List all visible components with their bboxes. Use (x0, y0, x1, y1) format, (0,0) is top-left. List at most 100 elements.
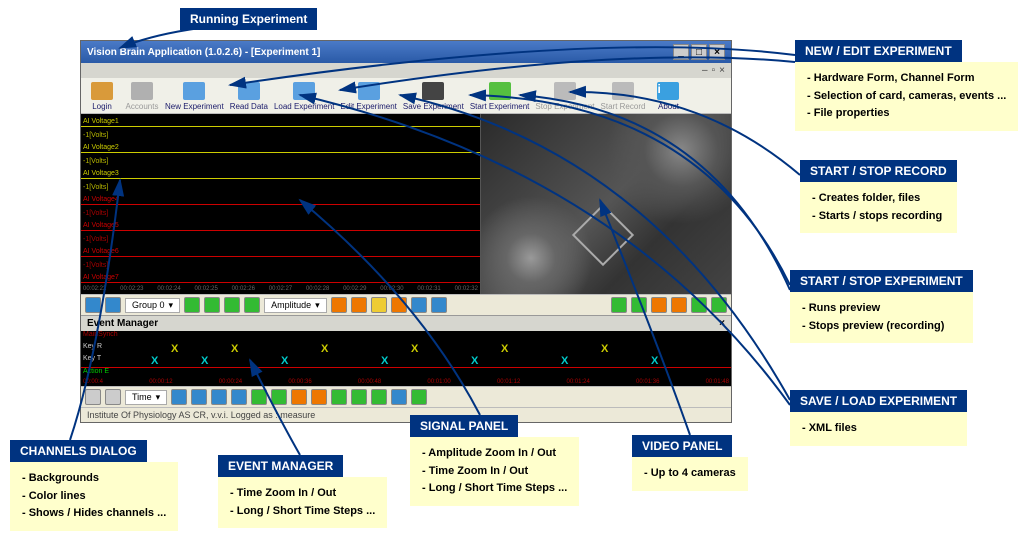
maximize-icon[interactable]: □ (691, 44, 707, 60)
channels-header: CHANNELS DIALOG (10, 440, 147, 462)
group-select[interactable]: Group 0 ▾ (125, 298, 180, 313)
video-body: - Up to 4 cameras (632, 457, 748, 491)
startstopexp-body: - Runs preview - Stops preview (recordin… (790, 292, 973, 343)
stop-experiment-button[interactable]: Stop Experiment (535, 82, 594, 111)
event-manager-title: Event Manager (87, 318, 158, 329)
zoom-out-icon[interactable] (105, 297, 121, 313)
start-record-icon (612, 82, 634, 100)
nav-next-icon[interactable] (691, 297, 707, 313)
ev-rec-icon[interactable] (411, 389, 427, 405)
nav-first-icon[interactable] (611, 297, 627, 313)
saveload-body: - XML files (790, 412, 967, 446)
newedit-body: - Hardware Form, Channel Form - Selectio… (795, 62, 1018, 131)
video-panel (480, 114, 731, 294)
stop-experiment-icon (554, 82, 576, 100)
ev-scroll-icon[interactable] (231, 389, 247, 405)
edit-experiment-label: Edit Experiment (340, 102, 396, 111)
read-data-button[interactable]: Read Data (230, 82, 268, 111)
ev-zoom-out-icon[interactable] (191, 389, 207, 405)
signal-controls: Group 0 ▾ Amplitude ▾ (81, 294, 731, 315)
start-experiment-icon (489, 82, 511, 100)
eventm-header: EVENT MANAGER (218, 455, 343, 477)
amplitude-select[interactable]: Amplitude ▾ (264, 298, 327, 313)
new-experiment-button[interactable]: New Experiment (165, 82, 224, 111)
range-icon[interactable] (391, 297, 407, 313)
accounts-icon (131, 82, 153, 100)
ev-last-icon[interactable] (351, 389, 367, 405)
new-experiment-icon (183, 82, 205, 100)
saveload-header: SAVE / LOAD EXPERIMENT (790, 390, 967, 412)
accounts-button[interactable]: Accounts (125, 82, 159, 111)
about-icon: i (657, 82, 679, 100)
start-record-label: Start Record (601, 102, 646, 111)
signal-panel: AI Voltage1 -1[Volts] AI Voltage2 -1[Vol… (81, 114, 480, 294)
mdi-close-icon[interactable]: × (719, 65, 725, 76)
pause-icon[interactable] (204, 297, 220, 313)
startstoprec-header: START / STOP RECORD (800, 160, 957, 182)
play-icon[interactable] (184, 297, 200, 313)
read-data-label: Read Data (230, 102, 268, 111)
ev-zoom-in-icon[interactable] (171, 389, 187, 405)
zoom-in-icon[interactable] (85, 297, 101, 313)
stop-experiment-label: Stop Experiment (535, 102, 594, 111)
ev-prev-icon[interactable] (271, 389, 287, 405)
load-experiment-icon (293, 82, 315, 100)
main-toolbar: Login Accounts New Experiment Read Data … (81, 78, 731, 114)
stop-icon[interactable] (224, 297, 240, 313)
load-experiment-label: Load Experiment (274, 102, 334, 111)
startstoprec-body: - Creates folder, files - Starts / stops… (800, 182, 957, 233)
login-label: Login (92, 102, 112, 111)
startstopexp-header: START / STOP EXPERIMENT (790, 270, 973, 292)
video-frame (481, 114, 731, 294)
ev-stepf-icon[interactable] (311, 389, 327, 405)
close-icon[interactable]: × (709, 44, 725, 60)
save-experiment-label: Save Experiment (403, 102, 464, 111)
ev-first-icon[interactable] (251, 389, 267, 405)
step-icon[interactable] (244, 297, 260, 313)
event-tool2-icon[interactable] (105, 389, 121, 405)
mdi-minimize-icon[interactable]: – (702, 65, 708, 76)
edit-experiment-icon (358, 82, 380, 100)
event-manager-titlebar: Event Manager × (81, 315, 731, 331)
edit-experiment-button[interactable]: Edit Experiment (340, 82, 396, 111)
read-data-icon (238, 82, 260, 100)
ev-next-icon[interactable] (331, 389, 347, 405)
ev-end-icon[interactable] (391, 389, 407, 405)
event-manager-close-icon[interactable]: × (719, 318, 725, 329)
newedit-header: NEW / EDIT EXPERIMENT (795, 40, 962, 62)
start-experiment-label: Start Experiment (470, 102, 530, 111)
signalp-header: SIGNAL PANEL (410, 415, 518, 437)
mdi-child-controls: – ▫ × (81, 63, 731, 78)
about-button[interactable]: i About (651, 82, 685, 111)
nav-step-back-icon[interactable] (651, 297, 667, 313)
eventm-body: - Time Zoom In / Out - Long / Short Time… (218, 477, 387, 528)
ev-play-icon[interactable] (371, 389, 387, 405)
statusbar: Institute Of Physiology AS CR, v.v.i. Lo… (81, 407, 731, 422)
nav-step-fwd-icon[interactable] (671, 297, 687, 313)
app-window: Vision Brain Application (1.0.2.6) - [Ex… (80, 40, 732, 423)
ev-fit-icon[interactable] (211, 389, 227, 405)
save-experiment-button[interactable]: Save Experiment (403, 82, 464, 111)
load-experiment-button[interactable]: Load Experiment (274, 82, 334, 111)
save-experiment-icon (422, 82, 444, 100)
marker-icon[interactable] (371, 297, 387, 313)
nav-prev-icon[interactable] (631, 297, 647, 313)
login-button[interactable]: Login (85, 82, 119, 111)
scroll-icon[interactable] (411, 297, 427, 313)
event-tool1-icon[interactable] (85, 389, 101, 405)
start-experiment-button[interactable]: Start Experiment (470, 82, 530, 111)
step-back-icon[interactable] (331, 297, 347, 313)
channels-body: - Backgrounds - Color lines - Shows / Hi… (10, 462, 178, 531)
scroll2-icon[interactable] (431, 297, 447, 313)
step-fwd-icon[interactable] (351, 297, 367, 313)
mdi-restore-icon[interactable]: ▫ (712, 65, 716, 76)
about-label: About (658, 102, 679, 111)
start-record-button[interactable]: Start Record (601, 82, 646, 111)
video-header: VIDEO PANEL (632, 435, 732, 457)
time-select[interactable]: Time ▾ (125, 390, 167, 405)
event-panel: MainSynch Key R X X X X X X Key T X X X … (81, 331, 731, 386)
running-experiment-header: Running Experiment (180, 8, 317, 30)
nav-last-icon[interactable] (711, 297, 727, 313)
minimize-icon[interactable]: _ (673, 44, 689, 60)
ev-stepb-icon[interactable] (291, 389, 307, 405)
